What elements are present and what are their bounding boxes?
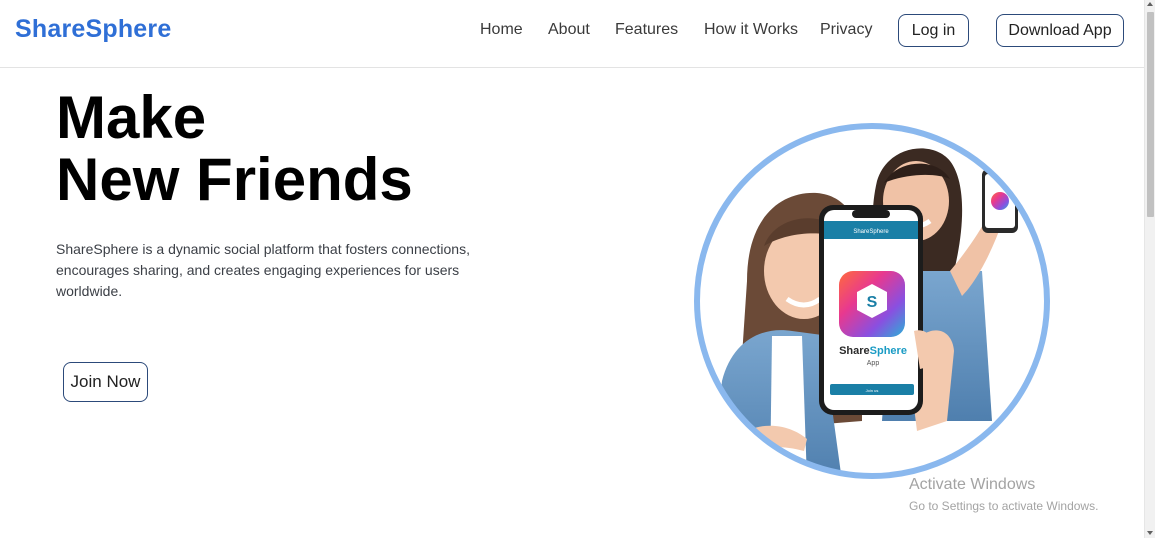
nav-link-features[interactable]: Features xyxy=(615,21,678,39)
phone-mockup: ShareSphere S ShareSphere App Join us xyxy=(819,205,935,415)
activate-windows-watermark: Activate Windows Go to Settings to activ… xyxy=(909,475,1098,515)
scroll-down-arrow-icon[interactable] xyxy=(1147,531,1153,535)
brand-logo[interactable]: ShareSphere xyxy=(15,15,171,44)
phone-logo-letter: S xyxy=(867,294,878,311)
phone-app-sub: App xyxy=(867,360,880,367)
watermark-title: Activate Windows xyxy=(909,476,1036,493)
vertical-scrollbar[interactable] xyxy=(1144,0,1155,538)
hero-title-line-2: New Friends xyxy=(56,146,413,213)
login-button[interactable]: Log in xyxy=(898,14,969,47)
navbar: ShareSphere Home About Features How it W… xyxy=(0,0,1144,68)
phone-app-bar-title: ShareSphere xyxy=(853,229,889,235)
nav-link-privacy[interactable]: Privacy xyxy=(820,21,872,39)
hero-title: Make New Friends xyxy=(56,87,413,211)
scroll-up-arrow-icon[interactable] xyxy=(1147,2,1153,6)
hero-description: ShareSphere is a dynamic social platform… xyxy=(56,241,470,299)
hero-title-line-1: Make xyxy=(56,84,207,151)
nav-link-home[interactable]: Home xyxy=(480,21,523,39)
nav-link-about[interactable]: About xyxy=(548,21,590,39)
watermark-subtitle: Go to Settings to activate Windows. xyxy=(909,499,1099,513)
scrollbar-thumb[interactable] xyxy=(1147,12,1154,217)
page: ShareSphere Home About Features How it W… xyxy=(0,0,1144,538)
hero-illustration: ShareSphere S ShareSphere App Join us xyxy=(694,123,1050,479)
join-now-button[interactable]: Join Now xyxy=(63,362,148,402)
nav-link-how-it-works[interactable]: How it Works xyxy=(704,21,798,39)
phone-join-button-label: Join us xyxy=(866,388,879,393)
download-app-button[interactable]: Download App xyxy=(996,14,1124,47)
hero-image: ShareSphere S ShareSphere App Join us xyxy=(692,121,1052,481)
phone-app-name: ShareSphere xyxy=(839,345,907,357)
